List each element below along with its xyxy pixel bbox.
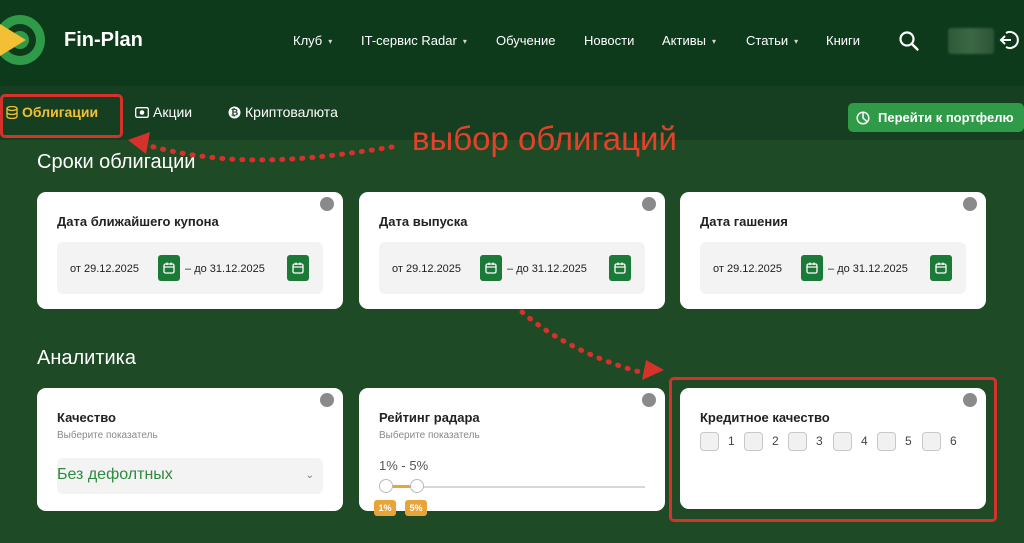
card-subtitle: Выберите показатель: [57, 430, 158, 441]
pie-chart-icon: [856, 110, 870, 125]
nav-item-news[interactable]: Новости: [584, 33, 634, 48]
from-prefix: от: [713, 263, 724, 275]
section-title-analytics: Аналитика: [37, 347, 136, 369]
info-dot-icon[interactable]: [320, 197, 334, 211]
card-title: Дата гашения: [700, 214, 788, 229]
nav-label: Обучение: [496, 33, 556, 48]
slider-min-tooltip: 1%: [374, 500, 396, 516]
nav-label: Новости: [584, 33, 635, 48]
card-title: Рейтинг радара: [379, 410, 480, 425]
logout-icon[interactable]: [998, 29, 1020, 51]
date-to-value: 31.12.2025: [852, 263, 908, 275]
card-title: Качество: [57, 410, 116, 425]
card-subtitle: Выберите показатель: [379, 430, 480, 441]
info-dot-icon[interactable]: [642, 197, 656, 211]
nav-label: Статьи: [746, 33, 789, 48]
date-range-picker[interactable]: от 29.12.2025 – до 31.12.2025: [700, 242, 966, 294]
to-prefix: до: [837, 263, 850, 275]
info-dot-icon[interactable]: [963, 197, 977, 211]
chevron-down-icon: ⌄: [305, 470, 314, 481]
date-range-picker[interactable]: от 29.12.2025 – до 31.12.2025: [379, 242, 645, 294]
calendar-to-button[interactable]: [930, 255, 952, 281]
search-icon[interactable]: [898, 30, 920, 52]
tab-label: Акции: [153, 104, 193, 120]
nav-item-books[interactable]: Книги: [826, 33, 860, 48]
date-range-picker[interactable]: от 29.12.2025 – до 31.12.2025: [57, 242, 323, 294]
calendar-icon: [935, 262, 947, 274]
main-nav: Клуб ▾ IT-сервис Radar ▾ Обучение Новости …: [0, 33, 1024, 49]
date-from-value: 29.12.2025: [405, 263, 462, 275]
quality-select[interactable]: Без дефолтных ⌄: [57, 458, 323, 494]
nav-label: Клуб: [293, 33, 323, 48]
card-radar-rating: Рейтинг радара Выберите показатель 1% - …: [359, 388, 665, 516]
date-from-text[interactable]: от 29.12.2025: [392, 263, 461, 275]
user-avatar-blurred[interactable]: [948, 28, 994, 54]
card-maturity-date: Дата гашения от 29.12.2025 – до 31.12.20…: [680, 192, 986, 309]
tab-stocks[interactable]: Акции: [135, 104, 192, 120]
to-prefix: до: [516, 263, 529, 275]
tab-crypto[interactable]: ₿ Криптовалюта: [228, 104, 338, 120]
slider-min-handle[interactable]: [379, 479, 393, 493]
calendar-from-button[interactable]: [158, 255, 180, 281]
banknote-icon: [135, 106, 149, 118]
to-prefix: до: [194, 263, 207, 275]
from-prefix: от: [392, 263, 403, 275]
date-from-value: 29.12.2025: [726, 263, 783, 275]
select-value: Без дефолтных: [57, 466, 173, 483]
card-issue-date: Дата выпуска от 29.12.2025 – до 31.12.20…: [359, 192, 665, 309]
date-from-text[interactable]: от 29.12.2025: [70, 263, 139, 275]
calendar-to-button[interactable]: [287, 255, 309, 281]
calendar-to-button[interactable]: [609, 255, 631, 281]
date-to-text[interactable]: – до 31.12.2025: [185, 263, 265, 275]
go-to-portfolio-button[interactable]: Перейти к портфелю: [848, 103, 1024, 132]
calendar-icon: [292, 262, 304, 274]
calendar-icon: [485, 262, 497, 274]
date-to-value: 31.12.2025: [531, 263, 587, 275]
card-title: Дата выпуска: [379, 214, 468, 229]
annotation-text: выбор облигаций: [412, 120, 677, 157]
top-header: Fin-Plan Клуб ▾ IT-сервис Radar ▾ Обучение…: [0, 0, 1024, 86]
card-title: Дата ближайшего купона: [57, 214, 219, 229]
calendar-from-button[interactable]: [480, 255, 502, 281]
bitcoin-icon: ₿: [228, 106, 241, 118]
nav-label: IT-сервис Radar: [361, 33, 457, 48]
calendar-icon: [614, 262, 626, 274]
info-dot-icon[interactable]: [320, 393, 334, 407]
bonds-tab-highlight-box: [0, 94, 123, 138]
info-dot-icon[interactable]: [642, 393, 656, 407]
chevron-down-icon: ▾: [794, 37, 799, 46]
chevron-down-icon: ▾: [328, 37, 333, 46]
section-title-terms: Сроки облигации: [37, 151, 196, 173]
svg-text:₿: ₿: [231, 107, 238, 118]
nav-item-articles[interactable]: Статьи ▾: [746, 33, 798, 48]
date-from-value: 29.12.2025: [83, 263, 140, 275]
nav-label: Активы: [662, 33, 706, 48]
portfolio-button-label: Перейти к портфелю: [878, 110, 1014, 125]
credit-quality-highlight-box: [669, 377, 997, 522]
tab-label: Криптовалюта: [245, 104, 338, 120]
chevron-down-icon: ▾: [711, 37, 716, 46]
date-to-text[interactable]: – до 31.12.2025: [828, 263, 908, 275]
calendar-from-button[interactable]: [801, 255, 823, 281]
card-quality: Качество Выберите показатель Без дефолтн…: [37, 388, 343, 511]
slider-max-tooltip: 5%: [405, 500, 427, 516]
nav-item-club[interactable]: Клуб ▾: [293, 33, 332, 48]
date-to-text[interactable]: – до 31.12.2025: [507, 263, 587, 275]
nav-item-assets[interactable]: Активы ▾: [662, 33, 716, 48]
range-value-text: 1% - 5%: [379, 458, 429, 473]
chevron-down-icon: ▾: [462, 37, 467, 46]
slider-max-handle[interactable]: [410, 479, 424, 493]
calendar-icon: [163, 262, 175, 274]
nav-item-education[interactable]: Обучение: [496, 33, 555, 48]
date-to-value: 31.12.2025: [209, 263, 265, 275]
nav-label: Книги: [826, 33, 861, 48]
slider-track[interactable]: [387, 486, 645, 488]
from-prefix: от: [70, 263, 81, 275]
date-from-text[interactable]: от 29.12.2025: [713, 263, 782, 275]
calendar-icon: [806, 262, 818, 274]
nav-item-radar[interactable]: IT-сервис Radar ▾: [361, 33, 467, 48]
card-coupon-date: Дата ближайшего купона от 29.12.2025 – д…: [37, 192, 343, 309]
